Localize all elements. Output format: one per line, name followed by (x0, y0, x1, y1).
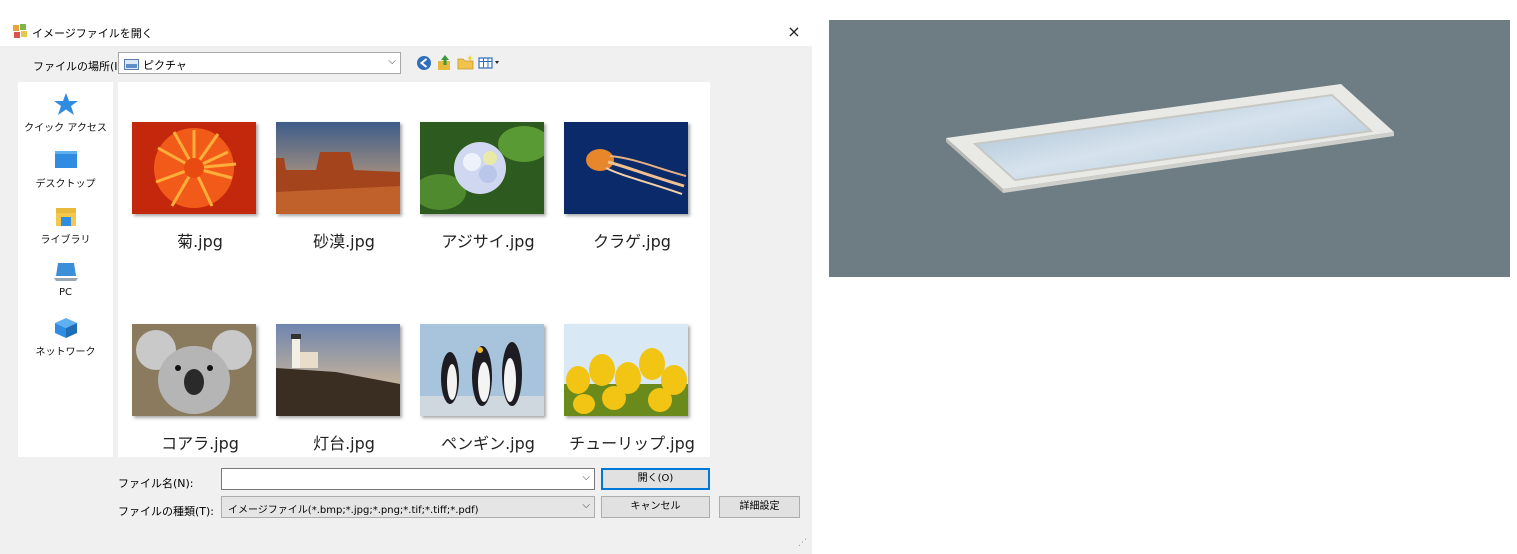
place-label: PC (58, 287, 72, 298)
desert-thumbnail (276, 122, 400, 214)
file-name: クラゲ.jpg (593, 232, 671, 251)
koala-thumbnail (132, 324, 256, 416)
place-quick-access[interactable]: クイック アクセス (18, 92, 113, 148)
pictures-folder-icon (124, 59, 139, 70)
file-name: ペンギン.jpg (441, 434, 535, 453)
file-name: 灯台.jpg (313, 434, 375, 453)
thumbnail (132, 324, 256, 416)
filename-input[interactable]: ⌵ (221, 468, 595, 490)
file-name: チューリップ.jpg (569, 434, 695, 453)
cancel-button[interactable]: キャンセル (601, 496, 710, 518)
file-item-churippu[interactable]: チューリップ.jpg (552, 324, 695, 464)
desktop-icon (54, 151, 77, 168)
file-item-pengin[interactable]: ペンギン.jpg (408, 324, 550, 464)
up-folder-icon[interactable] (435, 53, 455, 73)
new-folder-icon[interactable] (456, 53, 476, 73)
place-label: ライブラリ (40, 235, 91, 246)
pc-icon (53, 263, 78, 281)
place-network[interactable]: ネットワーク (18, 316, 113, 372)
tulips-thumbnail (564, 324, 688, 416)
look-in-value: ピクチャ (143, 59, 187, 72)
filename-label: ファイル名(N): (118, 477, 194, 490)
file-item-sabaku[interactable]: 砂漠.jpg (264, 122, 406, 262)
network-icon (54, 318, 77, 338)
thumbnail (564, 324, 688, 416)
look-in-combo[interactable]: ピクチャ ⌵ (118, 52, 401, 74)
thumbnail (564, 122, 688, 214)
resize-grip-icon[interactable]: ⋰ (798, 538, 807, 548)
thumbnail (132, 122, 256, 214)
chevron-down-icon: ⌵ (582, 500, 590, 511)
ceiling-light-fixture (946, 84, 1394, 193)
star-icon (53, 93, 78, 115)
open-button[interactable]: 開く(O) (601, 468, 710, 490)
look-in-label: ファイルの場所(I): (33, 60, 126, 73)
place-library[interactable]: ライブラリ (18, 204, 113, 260)
chrysanthemum-thumbnail (132, 122, 256, 214)
file-name: 砂漠.jpg (313, 232, 375, 251)
file-name: コアラ.jpg (161, 434, 239, 453)
filetype-value: イメージファイル(*.bmp;*.jpg;*.png;*.tif;*.tiff;… (228, 505, 479, 516)
filetype-label: ファイルの種類(T): (118, 505, 215, 518)
file-name: 菊.jpg (177, 232, 223, 251)
dialog-title: イメージファイルを開く (32, 27, 153, 40)
place-label: クイック アクセス (24, 123, 107, 134)
view-menu-icon[interactable] (477, 53, 505, 73)
back-icon[interactable] (414, 53, 434, 73)
close-icon[interactable]: × (780, 20, 808, 44)
place-desktop[interactable]: デスクトップ (18, 148, 113, 204)
chevron-down-icon: ⌵ (388, 56, 396, 67)
place-label: ネットワーク (35, 347, 96, 358)
file-list[interactable]: 菊.jpg 砂漠.jpg アジサイ.jpg クラゲ.jpg コアラ.jpg 灯台… (118, 82, 710, 457)
file-item-toudai[interactable]: 灯台.jpg (264, 324, 406, 464)
penguins-thumbnail (420, 324, 544, 416)
app-icon (13, 24, 27, 38)
advanced-settings-button[interactable]: 詳細設定 (719, 496, 800, 518)
lighthouse-thumbnail (276, 324, 400, 416)
title-bar: イメージファイルを開く × (0, 18, 812, 46)
place-pc[interactable]: PC (18, 260, 113, 316)
library-icon (55, 208, 76, 226)
place-label: デスクトップ (35, 179, 96, 190)
ceiling-light-image (829, 20, 1510, 277)
thumbnail (420, 324, 544, 416)
file-item-ajisai[interactable]: アジサイ.jpg (408, 122, 550, 262)
file-name: アジサイ.jpg (441, 232, 535, 251)
file-item-kurage[interactable]: クラゲ.jpg (552, 122, 694, 262)
file-item-koara[interactable]: コアラ.jpg (120, 324, 262, 464)
hydrangea-thumbnail (420, 122, 544, 214)
thumbnail (420, 122, 544, 214)
open-image-dialog: イメージファイルを開く × ファイルの場所(I): ピクチャ ⌵ クイック アク… (0, 0, 812, 554)
filetype-select[interactable]: イメージファイル(*.bmp;*.jpg;*.png;*.tif;*.tiff;… (221, 496, 595, 518)
file-item-kiku[interactable]: 菊.jpg (120, 122, 262, 262)
jellyfish-thumbnail (564, 122, 688, 214)
places-bar: クイック アクセス デスクトップ ライブラリ PC ネットワーク (18, 82, 113, 457)
chevron-down-icon[interactable]: ⌵ (582, 472, 590, 483)
thumbnail (276, 324, 400, 416)
thumbnail (276, 122, 400, 214)
